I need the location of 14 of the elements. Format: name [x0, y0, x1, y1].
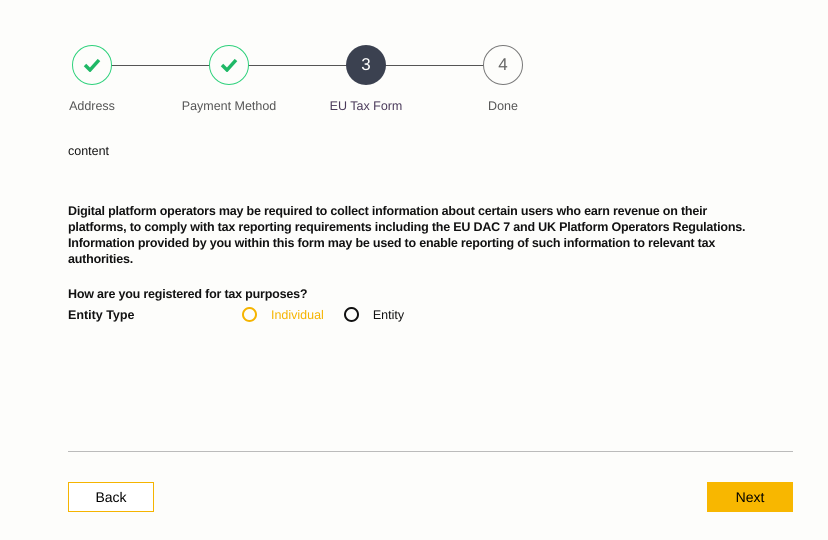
field-label: Entity Type	[68, 306, 136, 324]
back-button[interactable]: Back	[68, 482, 154, 512]
step-number: 3	[346, 45, 386, 85]
radio-icon[interactable]	[344, 307, 359, 322]
notice-text: Digital platform operators may be required to collect information about certain users who earn revenue on their platforms, to comply with tax reporting requirements including the EU DAC 7 and UK Platform Operators Regulations. Information provided by you within this form may be used to enable reporting of such information to relevant tax authorities.	[68, 202, 746, 267]
next-button[interactable]: Next	[707, 482, 793, 512]
radio-option[interactable]: Entity	[344, 306, 404, 324]
step-label: Payment Method	[182, 98, 276, 115]
content-label: content	[68, 142, 110, 160]
step-number: 4	[483, 45, 523, 85]
step-label: Done	[488, 98, 518, 115]
step-label: EU Tax Form	[330, 98, 402, 115]
step-label: Address	[69, 98, 115, 115]
question-text: How are you registered for tax purposes?	[68, 286, 308, 303]
